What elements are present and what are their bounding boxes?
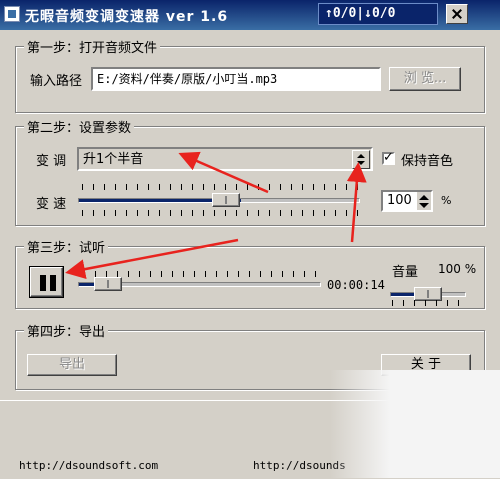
arrow-to-pause-button [65, 238, 239, 280]
arrow-to-pitch-select [178, 151, 269, 194]
annotation-arrows [65, 151, 367, 280]
arrow-to-select-arrows [346, 162, 367, 243]
